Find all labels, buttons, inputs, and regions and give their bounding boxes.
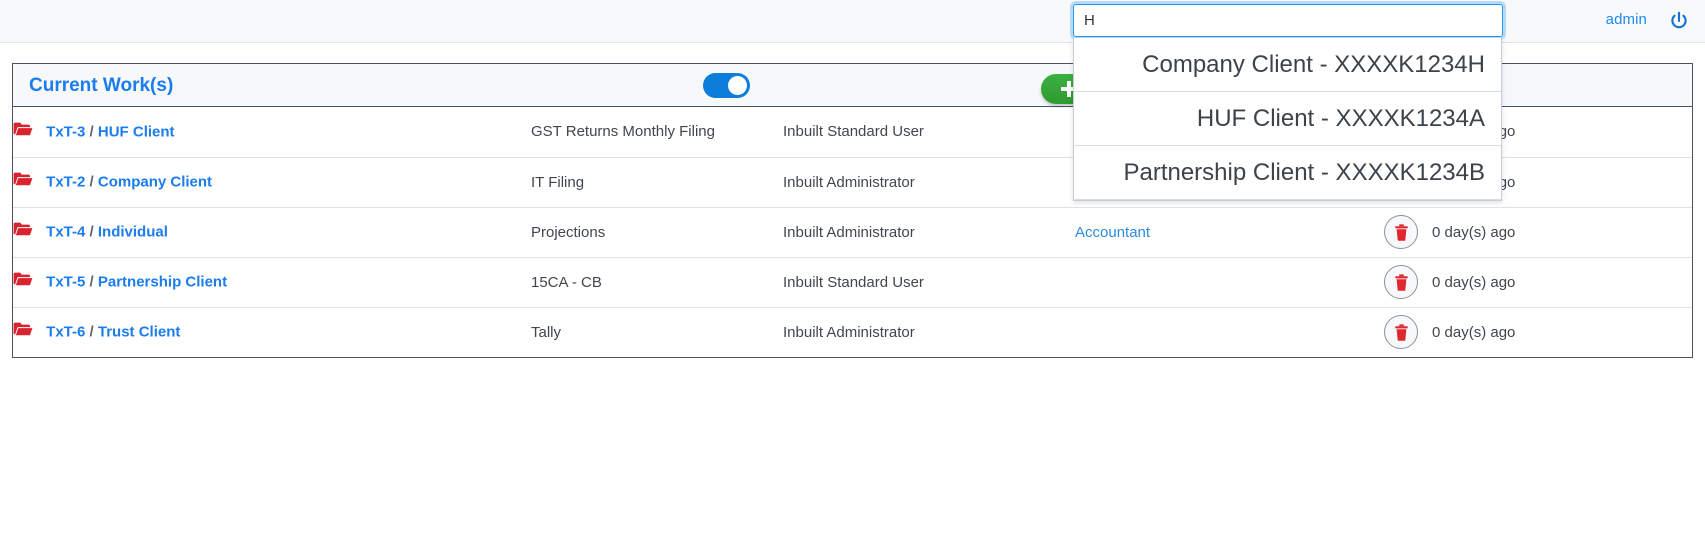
task-cell: 15CA - CB — [531, 257, 783, 308]
folder-open-icon — [13, 271, 33, 291]
power-icon[interactable] — [1667, 9, 1691, 33]
assignee-cell: Accountant — [1075, 207, 1384, 258]
actions-cell: 0 day(s) ago — [1384, 307, 1692, 357]
assignee-cell — [1075, 257, 1384, 308]
age-label: 0 day(s) ago — [1432, 323, 1516, 341]
table-row[interactable]: TxT-6 / Trust Client Tally Inbuilt Admin… — [13, 307, 1692, 357]
age-label: 0 day(s) ago — [1432, 223, 1516, 241]
table-row[interactable]: TxT-5 / Partnership Client 15CA - CB Inb… — [13, 257, 1692, 308]
work-name-cell: TxT-6 / Trust Client — [13, 307, 531, 357]
work-link[interactable]: TxT-4 / Individual — [46, 224, 168, 241]
separator: / — [89, 323, 94, 341]
role-cell: Inbuilt Standard User — [783, 257, 1075, 308]
top-navigation-bar: admin — [0, 0, 1705, 43]
client-name: HUF Client — [97, 123, 175, 141]
work-code: TxT-5 — [46, 273, 86, 291]
role-cell: Inbuilt Administrator — [783, 207, 1075, 258]
actions-cell: 0 day(s) ago — [1384, 207, 1692, 258]
role-cell: Inbuilt Standard User — [783, 107, 1075, 158]
work-code: TxT-2 — [46, 173, 86, 191]
table-row[interactable]: TxT-4 / Individual Projections Inbuilt A… — [13, 207, 1692, 258]
separator: / — [89, 223, 94, 241]
work-name-cell: TxT-5 / Partnership Client — [13, 257, 531, 308]
work-code: TxT-3 — [46, 123, 86, 141]
role-cell: Inbuilt Administrator — [783, 323, 915, 341]
task-cell: Projections — [531, 207, 783, 258]
separator: / — [89, 123, 94, 141]
work-link[interactable]: TxT-2 / Company Client — [46, 174, 212, 191]
client-search-suggestion-list: Company Client - XXXXK1234H HUF Client -… — [1073, 38, 1502, 201]
separator: / — [89, 273, 94, 291]
work-name-cell: TxT-3 / HUF Client — [13, 107, 531, 158]
client-name: Company Client — [97, 173, 213, 191]
task-cell: Tally — [531, 323, 562, 341]
folder-open-icon — [13, 221, 33, 241]
work-name-cell: TxT-4 / Individual — [13, 207, 531, 258]
actions-cell: 0 day(s) ago — [1384, 257, 1692, 308]
client-name: Trust Client — [97, 323, 181, 341]
work-link[interactable]: TxT-3 / HUF Client — [46, 123, 174, 140]
client-name: Partnership Client — [97, 273, 228, 291]
task-cell: GST Returns Monthly Filing — [531, 107, 783, 158]
suggestion-item[interactable]: Company Client - XXXXK1234H — [1074, 38, 1501, 92]
page-title: Current Work(s) — [29, 75, 174, 96]
folder-open-icon — [13, 171, 33, 191]
delete-work-button[interactable] — [1384, 315, 1418, 350]
task-cell: IT Filing — [531, 157, 783, 208]
assignee-link[interactable]: Accountant — [1075, 224, 1150, 241]
work-code: TxT-4 — [46, 223, 86, 241]
work-link[interactable]: TxT-6 / Trust Client — [46, 324, 180, 341]
assignee-cell — [1075, 307, 1384, 357]
folder-open-icon — [13, 121, 33, 141]
work-name-cell: TxT-2 / Company Client — [13, 157, 531, 208]
client-name: Individual — [97, 223, 168, 241]
work-link[interactable]: TxT-5 / Partnership Client — [46, 274, 227, 291]
delete-work-button[interactable] — [1384, 265, 1418, 299]
delete-work-button[interactable] — [1384, 215, 1418, 249]
age-label: 0 day(s) ago — [1432, 273, 1516, 291]
view-toggle-switch[interactable] — [703, 73, 750, 98]
separator: / — [89, 173, 94, 191]
role-cell: Inbuilt Administrator — [783, 157, 1075, 208]
client-search-input[interactable] — [1070, 1, 1506, 40]
folder-open-icon — [13, 321, 33, 341]
suggestion-item[interactable]: Partnership Client - XXXXK1234B — [1074, 146, 1501, 200]
client-search-container — [1070, 1, 1506, 40]
admin-user-label[interactable]: admin — [1606, 11, 1647, 28]
suggestion-item[interactable]: HUF Client - XXXXK1234A — [1074, 92, 1501, 146]
work-code: TxT-6 — [46, 323, 86, 341]
